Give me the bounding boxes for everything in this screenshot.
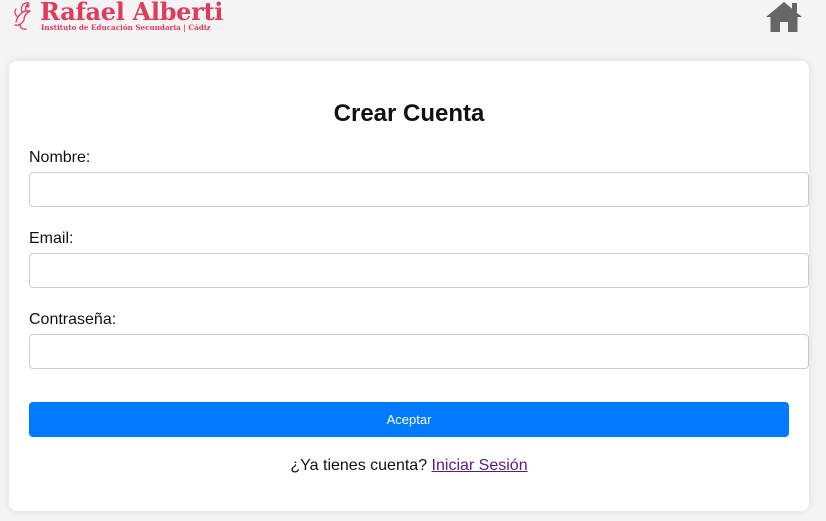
logo-subtitle: Instituto de Educación Secundaria | Cádi…: [41, 23, 211, 32]
home-icon[interactable]: [765, 0, 803, 34]
email-field[interactable]: [29, 253, 809, 288]
email-label: Email:: [29, 230, 74, 247]
password-label: Contraseña:: [29, 311, 117, 328]
dove-emblem-icon: [14, 2, 31, 30]
header: Rafael Alberti Instituto de Educación Se…: [0, 0, 826, 44]
accept-button[interactable]: Aceptar: [29, 402, 789, 437]
login-link[interactable]: Iniciar Sesión: [432, 457, 528, 474]
name-field[interactable]: [29, 172, 809, 207]
login-prompt-line: ¿Ya tienes cuenta? Iniciar Sesión: [9, 456, 809, 476]
name-label: Nombre:: [29, 149, 91, 166]
login-prompt-text: ¿Ya tienes cuenta?: [290, 457, 428, 474]
school-logo[interactable]: Rafael Alberti Instituto de Educación Se…: [12, 0, 223, 34]
password-field[interactable]: [29, 334, 809, 369]
page-title: Crear Cuenta: [333, 100, 485, 127]
signup-card: Crear Cuenta Nombre: Email: Contraseña: …: [9, 61, 809, 511]
